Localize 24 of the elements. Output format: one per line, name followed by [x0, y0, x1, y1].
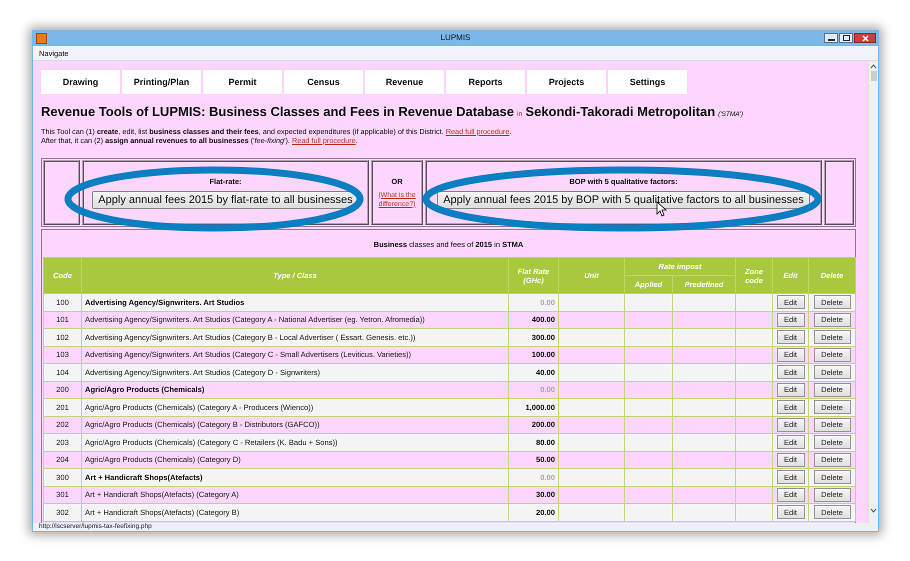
- maximize-button[interactable]: [839, 33, 853, 43]
- district-name: Sekondi-Takoradi Metropolitan: [525, 104, 716, 119]
- maximize-icon: [842, 35, 850, 41]
- empty-panel: [43, 160, 80, 225]
- nav-tab[interactable]: Printing/Plan: [122, 70, 201, 94]
- apply-bop-button[interactable]: Apply annual fees 2015 by BOP with 5 qualitative factors to all businesses: [437, 190, 810, 208]
- nav-tab[interactable]: Projects: [527, 70, 606, 94]
- scrollbar-thumb[interactable]: [870, 71, 876, 81]
- nav-tab[interactable]: Drawing: [41, 70, 120, 94]
- nav-tab[interactable]: Reports: [446, 70, 525, 94]
- nav-tab[interactable]: Census: [284, 70, 363, 94]
- nav-tab[interactable]: Revenue: [365, 70, 444, 94]
- minimize-button[interactable]: [824, 33, 838, 43]
- page-title: Revenue Tools of LUPMIS: Business Classes and Fees in Revenue Database: [41, 104, 514, 119]
- scroll-up-icon[interactable]: [870, 64, 877, 69]
- scroll-down-icon[interactable]: [870, 508, 877, 513]
- app-icon: [36, 32, 47, 44]
- window-title: LUPMIS: [440, 33, 470, 42]
- nav-tab[interactable]: Permit: [203, 70, 282, 94]
- apply-flat-rate-button[interactable]: Apply annual fees 2015 by flat-rate to all businesses: [92, 190, 359, 208]
- close-icon: [862, 34, 868, 42]
- empty-panel: [824, 160, 854, 225]
- close-button[interactable]: [854, 33, 876, 43]
- nav-tab[interactable]: Settings: [608, 70, 687, 94]
